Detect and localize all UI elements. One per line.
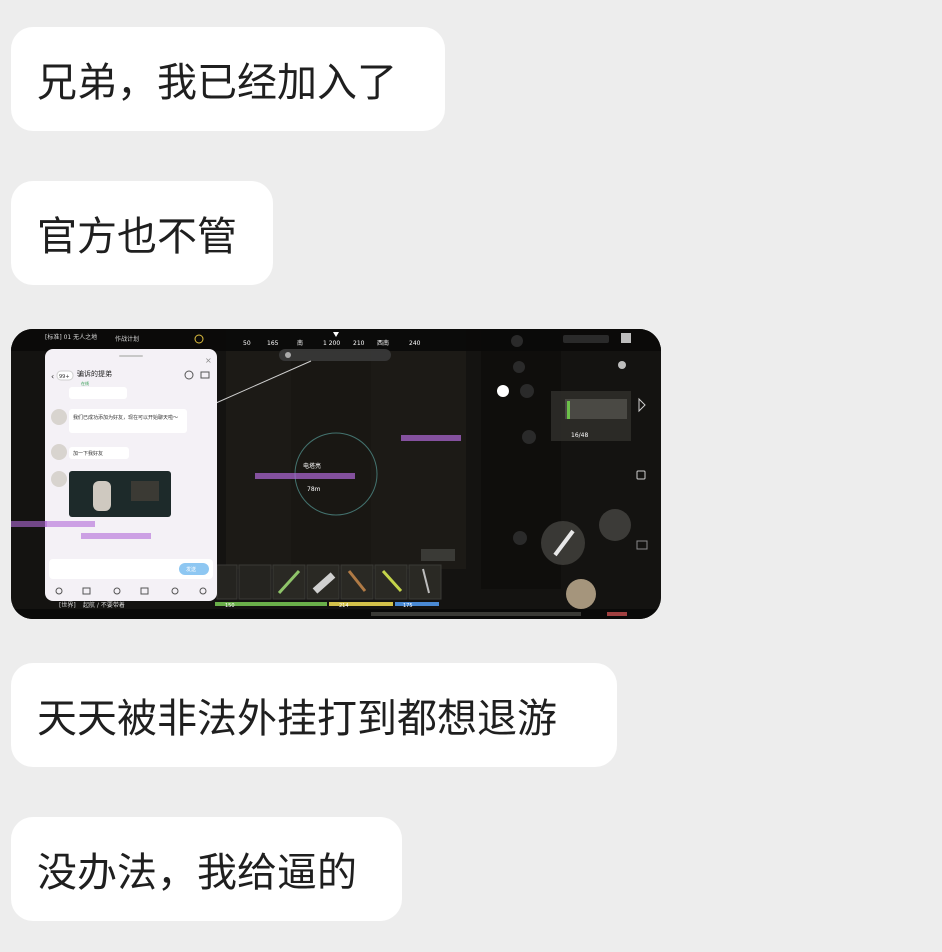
chat-unread-badge: 99+ xyxy=(59,374,70,380)
hud-health: 150 xyxy=(225,603,235,609)
image-message-game-screenshot[interactable]: [标准] 01 无人之地 作战计划 50 165 南 1 200 210 西南 … xyxy=(11,329,661,619)
message-bubble-2[interactable]: 官方也不管 xyxy=(11,181,273,285)
message-text: 天天被非法外挂打到都想退游 xyxy=(37,696,557,742)
message-text: 没办法，我给逼的 xyxy=(37,850,357,896)
hud-distance: 78m xyxy=(307,486,321,493)
hud-task: 作战计划 xyxy=(115,335,139,343)
chat-message-1: 我们已成功添加为好友，现在可以开始聊天啦～ xyxy=(73,414,178,421)
chat-contact-name: 骗诉的提弟 xyxy=(77,369,112,378)
compass-tick: 210 xyxy=(353,340,365,347)
chat-message-2: 加一下我好友 xyxy=(73,450,103,457)
hud-server: [标准] 01 无人之地 xyxy=(45,333,97,341)
hud-chat-channel: [世界] xyxy=(59,601,76,609)
message-text: 官方也不管 xyxy=(37,214,237,260)
compass-tick: 西南 xyxy=(377,339,389,347)
compass-tick: 1 200 xyxy=(323,340,340,347)
message-bubble-4[interactable]: 天天被非法外挂打到都想退游 xyxy=(11,663,617,767)
compass-tick: 南 xyxy=(297,339,303,347)
message-bubble-5[interactable]: 没办法，我给逼的 xyxy=(11,817,402,921)
hud-ammo: 16/48 xyxy=(571,432,588,439)
svg-text:×: × xyxy=(205,356,212,365)
hud-chat-text: 起航 / 不要带着 xyxy=(83,601,125,609)
hud-food: 175 xyxy=(403,603,413,609)
message-text: 兄弟，我已经加入了 xyxy=(37,60,397,106)
hud-area: 电塔亮 xyxy=(303,462,321,470)
hud-stamina: 214 xyxy=(339,603,349,609)
chat-send-button: 发送 xyxy=(186,566,196,573)
svg-text:‹: ‹ xyxy=(51,372,54,381)
chat-contact-status: 在线 xyxy=(81,380,89,386)
compass-tick: 240 xyxy=(409,340,421,347)
compass-tick: 50 xyxy=(243,340,251,347)
message-bubble-1[interactable]: 兄弟，我已经加入了 xyxy=(11,27,445,131)
compass-tick: 165 xyxy=(267,340,279,347)
